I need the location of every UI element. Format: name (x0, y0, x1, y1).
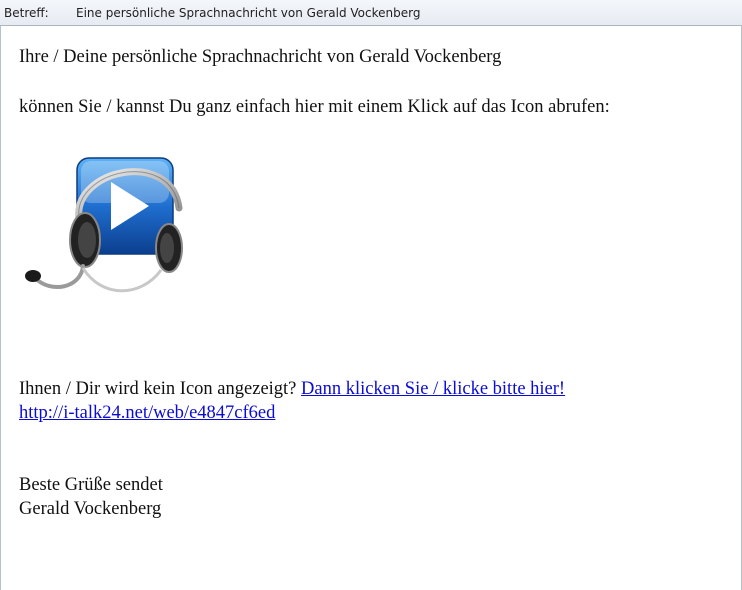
headset-play-icon[interactable] (21, 148, 191, 300)
greeting-line: Beste Grüße sendet (19, 475, 163, 495)
fallback-line: Ihnen / Dir wird kein Icon angezeigt? Da… (19, 378, 565, 400)
click-here-link[interactable]: Dann klicken Sie / klicke bitte hier! (301, 379, 565, 399)
no-icon-text: Ihnen / Dir wird kein Icon angezeigt? (19, 379, 297, 399)
instruction-line: können Sie / kannst Du ganz einfach hier… (19, 97, 610, 117)
voice-message-url-link[interactable]: http://i-talk24.net/web/e4847cf6ed (19, 403, 275, 423)
subject-label: Betreff: (4, 6, 49, 20)
subject-value: Eine persönliche Sprachnachricht von Ger… (76, 6, 421, 20)
url-line: http://i-talk24.net/web/e4847cf6ed (19, 402, 275, 424)
message-body: Ihre / Deine persönliche Sprachnachricht… (0, 26, 742, 590)
intro-line: Ihre / Deine persönliche Sprachnachricht… (19, 47, 502, 67)
subject-bar: Betreff: Eine persönliche Sprachnachrich… (0, 0, 742, 26)
sender-name: Gerald Vockenberg (19, 499, 162, 519)
